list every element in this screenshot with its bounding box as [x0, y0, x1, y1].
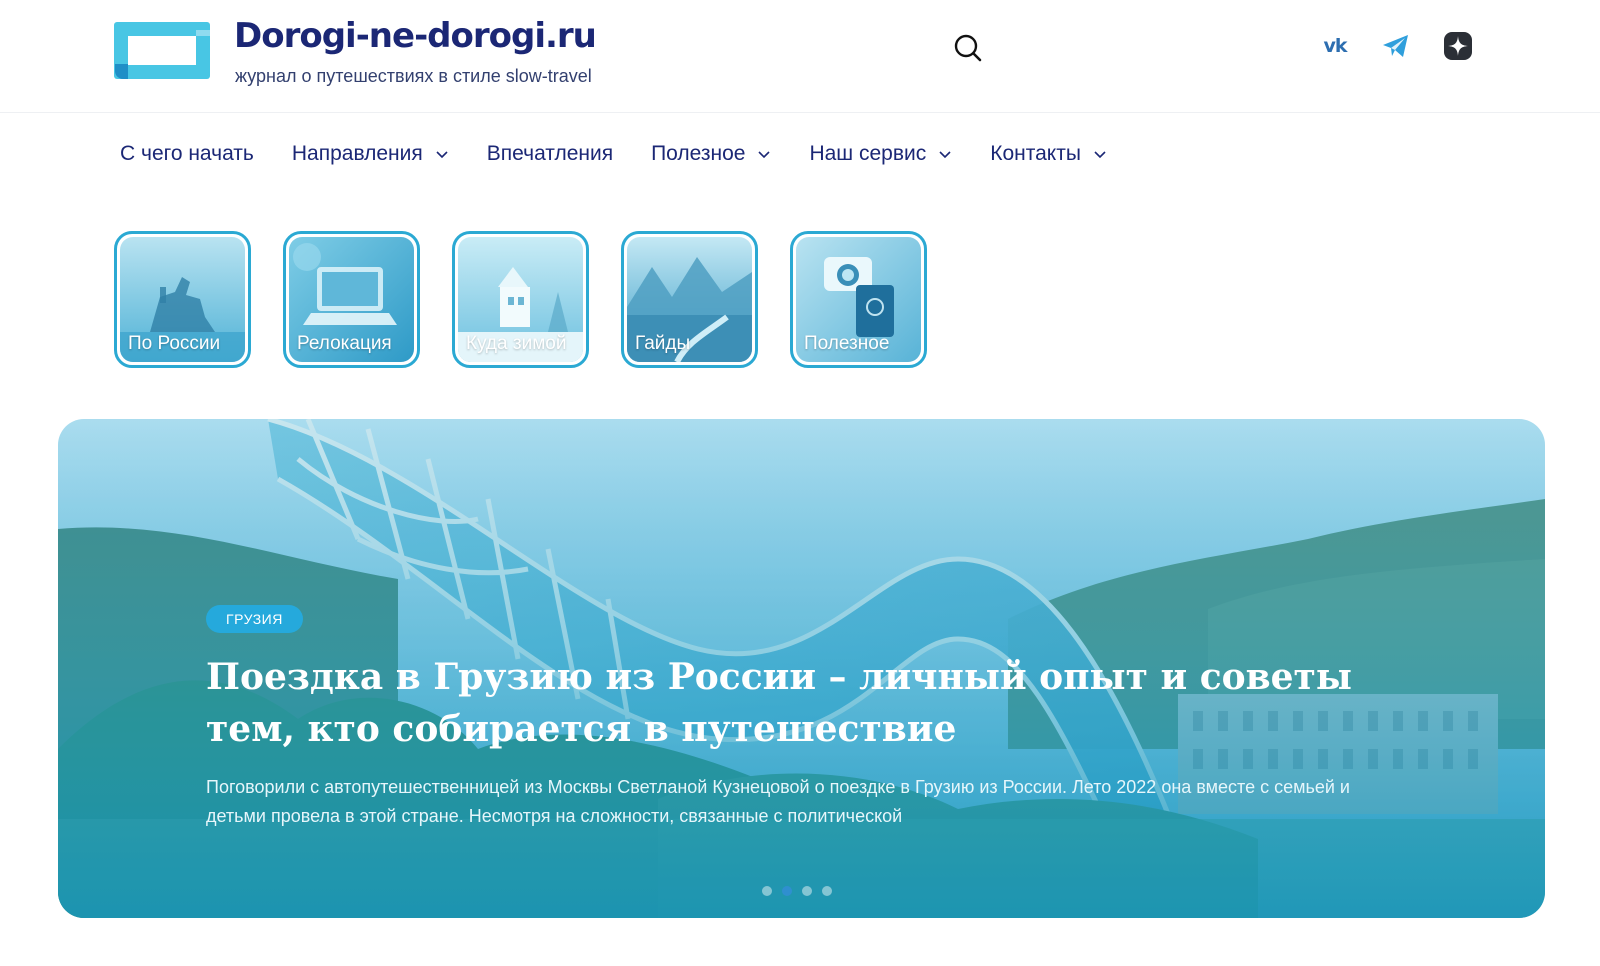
vk-icon[interactable]: vk	[1319, 30, 1351, 62]
main-nav: С чего начать Направления Впечатления По…	[120, 138, 1107, 170]
nav-item-label: Полезное	[651, 142, 746, 165]
search-icon[interactable]	[953, 33, 983, 63]
site-title[interactable]: Dorogi-ne-dorogi.ru	[234, 16, 597, 56]
chevron-down-icon	[758, 151, 771, 159]
category-image: По России	[120, 237, 245, 362]
hero-description: Поговорили с автопутешественницей из Мос…	[206, 777, 1350, 826]
category-label: Полезное	[804, 333, 890, 354]
nav-item-label: Впечатления	[486, 142, 614, 165]
category-image: Гайды	[627, 237, 752, 362]
slider-pagination	[762, 886, 842, 896]
site-header: Dorogi-ne-dorogi.ru журнал о путешествия…	[0, 0, 1600, 113]
telegram-icon[interactable]	[1380, 30, 1412, 62]
slider-dot[interactable]	[802, 886, 812, 896]
category-tile-winter[interactable]: Куда зимой	[452, 231, 589, 368]
site-logo[interactable]	[114, 22, 210, 79]
category-label: По России	[128, 333, 221, 354]
nav-item-label: Направления	[291, 142, 423, 165]
vk-icon-label: vk	[1323, 35, 1347, 57]
zen-icon[interactable]	[1442, 30, 1474, 62]
slider-dot-active[interactable]	[782, 886, 792, 896]
category-tile-guides[interactable]: Гайды	[621, 231, 758, 368]
category-tile-russia[interactable]: По России	[114, 231, 251, 368]
category-tile-useful[interactable]: Полезное	[790, 231, 927, 368]
featured-slider[interactable]: ГРУЗИЯ Поездка в Грузию из России – личн…	[58, 419, 1545, 918]
category-tile-relocation[interactable]: Релокация	[283, 231, 420, 368]
nav-item-contacts[interactable]: Контакты	[990, 142, 1107, 166]
slider-dot[interactable]	[822, 886, 832, 896]
nav-item-label: С чего начать	[120, 142, 254, 165]
nav-item-useful[interactable]: Полезное	[651, 142, 771, 166]
nav-item-impressions[interactable]: Впечатления	[487, 142, 613, 166]
category-image: Релокация	[289, 237, 414, 362]
chevron-down-icon	[1094, 151, 1106, 159]
nav-item-start[interactable]: С чего начать	[120, 142, 254, 166]
nav-item-label: Контакты	[990, 142, 1081, 165]
category-image: Полезное	[796, 237, 921, 362]
nav-item-service[interactable]: Наш сервис	[809, 142, 952, 166]
hero-title[interactable]: Поездка в Грузию из России – личный опыт…	[206, 651, 1356, 755]
nav-item-directions[interactable]: Направления	[292, 142, 449, 166]
category-badge[interactable]: ГРУЗИЯ	[206, 605, 303, 633]
site-subtitle: журнал о путешествиях в стиле slow-trave…	[235, 66, 592, 86]
category-image: Куда зимой	[458, 237, 583, 362]
chevron-down-icon	[436, 151, 448, 159]
category-label: Релокация	[297, 333, 392, 354]
category-label: Куда зимой	[466, 333, 567, 354]
chevron-down-icon	[939, 151, 951, 159]
nav-item-label: Наш сервис	[809, 142, 927, 165]
slider-dot[interactable]	[762, 886, 772, 896]
category-label: Гайды	[635, 333, 691, 354]
